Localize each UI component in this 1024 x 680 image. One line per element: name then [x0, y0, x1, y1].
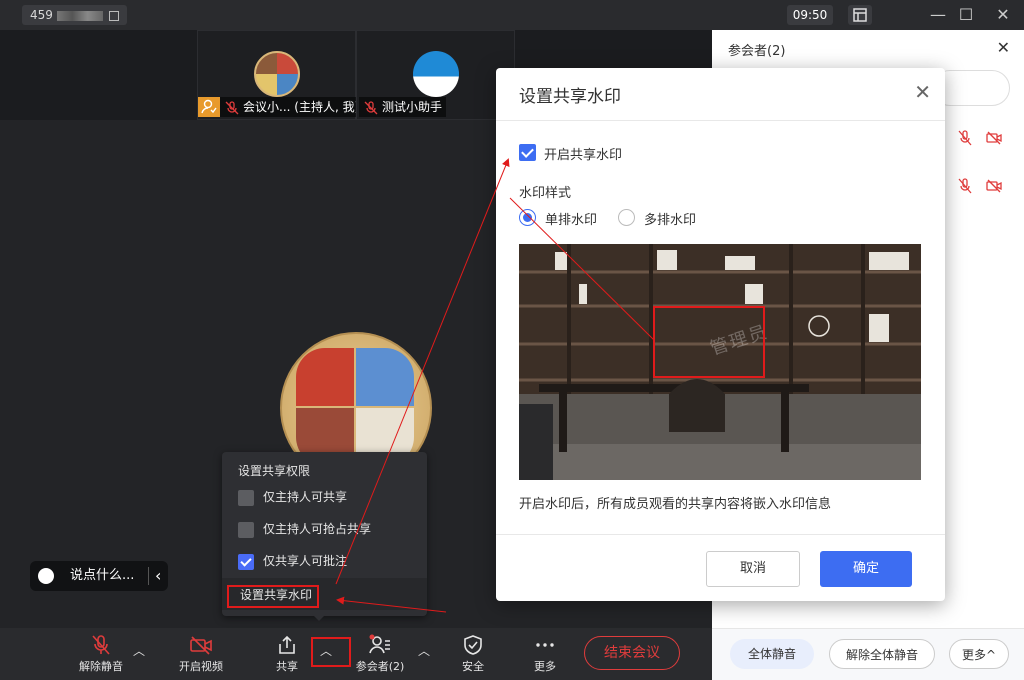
- enable-watermark-checkbox[interactable]: [519, 144, 536, 161]
- participant-tile[interactable]: 会议小... (主持人, 我): [197, 30, 364, 120]
- avatar: [413, 51, 459, 97]
- mic-off-icon: [364, 100, 378, 114]
- cancel-button[interactable]: 取消: [706, 551, 800, 587]
- watermark-note: 开启水印后，所有成员观看的共享内容将嵌入水印信息: [519, 497, 832, 512]
- layout-icon: [853, 8, 867, 22]
- divider: [496, 120, 945, 121]
- share-option-annotate[interactable]: 仅共享人可批注: [238, 552, 347, 572]
- share-button[interactable]: 共享: [270, 632, 304, 678]
- emoji-icon[interactable]: [38, 568, 54, 584]
- tile-name: 测试小助手: [382, 100, 443, 114]
- participants-button[interactable]: 参会者(2): [354, 632, 406, 678]
- toolbar-label: 共享: [276, 660, 298, 673]
- audio-options-chevron-icon[interactable]: ︿: [133, 642, 145, 659]
- maximize-icon[interactable]: ☐: [955, 4, 977, 26]
- title-bar: 459 09:50 — ☐ ✕: [0, 0, 1024, 30]
- tile-name-bar: 会议小... (主持人, 我): [198, 97, 364, 117]
- checkbox[interactable]: [238, 521, 254, 538]
- close-icon[interactable]: ✕: [914, 80, 931, 104]
- host-icon: [198, 97, 220, 117]
- toolbar-label: 开启视频: [179, 660, 223, 673]
- panel-more-label: 更多: [961, 648, 986, 662]
- option-label: 仅主持人可共享: [263, 490, 348, 504]
- share-menu-header: 设置共享权限: [238, 464, 311, 478]
- avatar: [254, 51, 300, 97]
- chevron-up-icon: ^: [985, 648, 997, 662]
- unmute-button[interactable]: 解除静音: [76, 632, 126, 678]
- video-off-icon[interactable]: [986, 130, 1002, 146]
- copy-icon[interactable]: [108, 10, 119, 21]
- security-button[interactable]: 安全: [458, 632, 488, 678]
- highlight-watermark-menu-item: [227, 585, 319, 608]
- panel-footer: 全体静音 解除全体静音 更多^: [712, 628, 1024, 680]
- radio-single-row-label: 单排水印: [545, 213, 598, 228]
- toolbar-label: 安全: [462, 660, 484, 673]
- share-icon: [279, 635, 295, 654]
- avatar-art: [296, 348, 354, 406]
- radio-multi-row-label: 多排水印: [644, 213, 697, 228]
- minimize-icon[interactable]: —: [927, 4, 949, 26]
- participants-options-chevron-icon[interactable]: ︿: [418, 642, 430, 659]
- toolbar-label: 更多: [534, 660, 556, 673]
- toolbar-label: 解除静音: [79, 660, 123, 673]
- confirm-button[interactable]: 确定: [820, 551, 912, 587]
- meeting-toolbar: 解除静音 ︿ 开启视频 共享 ︿ 参会者(2) ︿ 安全 更多 结束会议: [0, 628, 712, 680]
- highlight-preview-watermark: [653, 306, 765, 378]
- meeting-id[interactable]: 459: [22, 5, 127, 25]
- radio-multi-row[interactable]: [618, 209, 635, 226]
- toolbar-label: 参会者(2): [355, 660, 405, 673]
- end-meeting-button[interactable]: 结束会议: [584, 636, 680, 670]
- video-off-icon[interactable]: [986, 178, 1002, 194]
- panel-title: 参会者(2): [728, 44, 786, 59]
- meeting-clock: 09:50: [787, 5, 833, 25]
- participant-tile[interactable]: 测试小助手: [356, 30, 515, 120]
- avatar-art: [356, 348, 414, 406]
- meeting-id-text: 459: [30, 8, 53, 22]
- mic-off-icon: [92, 635, 110, 655]
- shield-icon: [464, 635, 482, 655]
- dialog-title: 设置共享水印: [519, 87, 621, 107]
- unmute-all-button[interactable]: 解除全体静音: [829, 639, 935, 669]
- collapse-chevron-icon[interactable]: ‹: [148, 567, 161, 585]
- share-option-host-preempt[interactable]: 仅主持人可抢占共享: [238, 520, 371, 540]
- more-button[interactable]: 更多: [530, 632, 560, 678]
- checkbox[interactable]: [238, 489, 254, 506]
- close-window-icon[interactable]: ✕: [992, 4, 1014, 26]
- meeting-id-redacted: [56, 10, 103, 21]
- enable-watermark-label: 开启共享水印: [544, 148, 623, 163]
- mute-all-button[interactable]: 全体静音: [730, 639, 814, 669]
- share-option-host-only[interactable]: 仅主持人可共享: [238, 488, 347, 508]
- mic-off-icon[interactable]: [957, 178, 973, 194]
- checkbox-checked[interactable]: [238, 553, 254, 570]
- chat-placeholder: 说点什么...: [70, 568, 135, 583]
- watermark-style-label: 水印样式: [519, 186, 572, 201]
- tile-name-bar: 测试小助手: [359, 97, 447, 117]
- video-off-icon: [190, 636, 212, 655]
- layout-button[interactable]: [848, 5, 872, 25]
- divider: [496, 534, 945, 535]
- highlight-share-caret: [311, 637, 351, 667]
- menu-pointer: [312, 614, 326, 621]
- more-icon: [536, 643, 554, 647]
- chat-input-pill[interactable]: 说点什么... ‹: [30, 561, 168, 591]
- option-label: 仅主持人可抢占共享: [263, 522, 372, 536]
- close-icon[interactable]: ✕: [997, 38, 1010, 57]
- mic-off-icon: [225, 100, 239, 114]
- participants-icon: [369, 634, 390, 654]
- radio-single-row[interactable]: [519, 209, 536, 226]
- option-label: 仅共享人可批注: [263, 554, 348, 568]
- start-video-button[interactable]: 开启视频: [176, 632, 226, 678]
- tile-name: 会议小... (主持人, 我): [243, 100, 360, 114]
- mic-off-icon[interactable]: [957, 130, 973, 146]
- panel-more-button[interactable]: 更多^: [949, 639, 1009, 669]
